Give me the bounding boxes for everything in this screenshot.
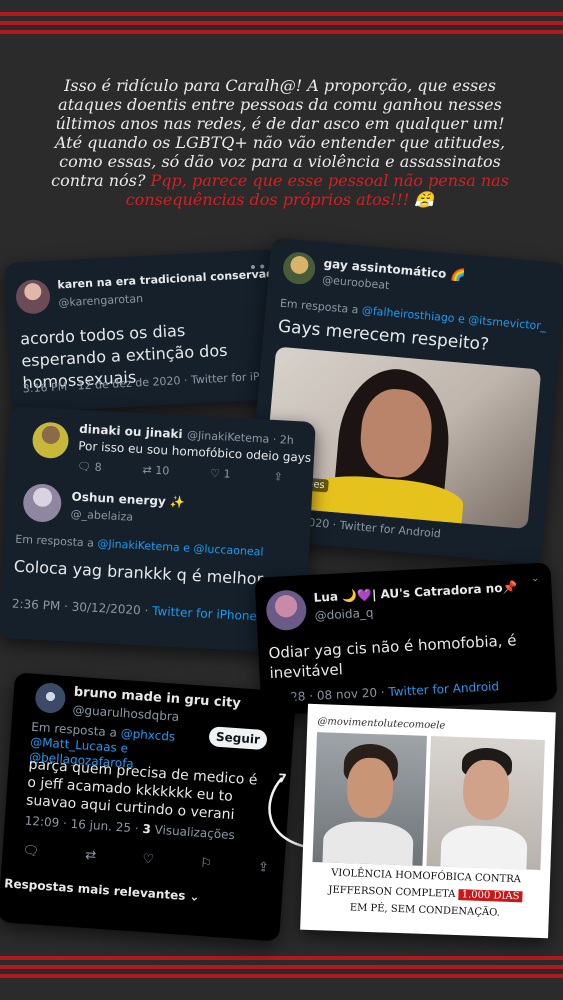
avatar[interactable] [15,278,51,315]
caption-emoji: 😤 [414,190,435,209]
timestamp: 2:36 PM · 30/12/2020 · [11,596,153,618]
chevron-down-icon[interactable]: ⌄ [531,573,540,584]
retweet-count: 10 [154,463,170,478]
handle[interactable]: @karengarotan [58,292,143,309]
avatar[interactable] [22,482,63,523]
sort-label: Respostas mais relevantes [3,876,186,903]
source: Twitter for iPhone [151,603,258,624]
like-count: 1 [223,467,231,481]
handle[interactable]: @doida_q [314,606,374,623]
reply-count: 8 [94,460,103,475]
source: Twitter for Android [339,518,442,541]
display-name[interactable]: Lua 🌙💜| AU's Catradora no📌 [313,580,517,605]
days-badge: 1.000 DIAS [458,889,523,903]
reply-prefix: Em resposta a [279,296,363,317]
avatar[interactable] [34,681,67,715]
photo-right [426,736,545,870]
headline: VIOLÊNCIA HOMOFÓBICA CONTRA JEFFERSON CO… [325,864,527,922]
reply-context: Em resposta a @JinakiKetema e @luccaonea… [15,533,264,559]
action-bar: 🗨 ⇄ ♡ ⚐ ⇪ [22,843,269,875]
retweet-icon[interactable]: ⇄ [142,463,152,476]
follow-button[interactable]: Seguir [208,726,268,751]
tweet-lua[interactable]: Lua 🌙💜| AU's Catradora no📌 @doida_q ⌄ Od… [254,562,558,716]
news-photo[interactable]: @movimentolutecomoele VIOLÊNCIA HOMOFÓBI… [300,703,556,939]
like-icon[interactable]: ♡ [210,467,221,480]
handle[interactable]: @euroobeat [322,273,390,292]
reply-prefix: Em resposta a [14,532,98,550]
tweet-meta: 2:36 PM · 30/12/2020 · Twitter for iPhon… [12,597,258,624]
headline-line-2-text: JEFFERSON COMPLETA [328,884,456,901]
tweet-karen[interactable]: karen na era tradicional conservadora @k… [4,248,284,414]
display-name[interactable]: Oshun energy ✨ [71,489,185,509]
handle[interactable]: @_abelaiza [70,507,133,523]
story-caption: Isso é ridículo para Caralh@! A proporçã… [40,76,520,209]
tweet-meta: 19:28 · 08 nov 20 · Twitter for Android [271,679,500,705]
like-icon[interactable]: ♡ [142,852,155,868]
bookmark-icon[interactable]: ⚐ [200,856,213,872]
bottom-stripes [0,956,563,983]
views-label: Visualizações [150,822,236,843]
tweet-bruno[interactable]: bruno made in gru city @guarulhosdqbra S… [0,672,297,942]
action-bar: 🗨 8 ⇄ 10 ♡ 1 ⇪ [77,460,283,484]
avatar[interactable] [31,421,70,460]
source: Twitter for Android [388,679,500,699]
reply-mentions[interactable]: @JinakiKetema e @luccaoneal [97,537,264,559]
watermark: @movimentolutecomoele [317,716,446,732]
timestamp: 12:09 · 16 jun. 25 · [24,813,143,836]
photo-left [312,732,427,866]
share-icon[interactable]: ⇪ [257,860,269,876]
avatar[interactable] [265,589,308,632]
reply-icon[interactable]: 🗨 [22,843,40,859]
chevron-down-icon: ⌄ [189,889,201,904]
caption-highlight: Pqp, parece que esse pessoal não pensa n… [125,171,509,209]
tweet-text: Odiar yag cis não é homofobia, é inevitá… [268,631,517,683]
sort-dropdown[interactable]: Respostas mais relevantes ⌄ [4,876,200,904]
avatar[interactable] [281,250,317,286]
reply-icon[interactable]: 🗨 [77,460,92,474]
share-icon[interactable]: ⇪ [273,470,283,483]
top-stripes [0,12,563,39]
retweet-icon[interactable]: ⇄ [85,848,97,864]
tweet-text: Coloca yag brankkk q é melhor [13,556,264,589]
